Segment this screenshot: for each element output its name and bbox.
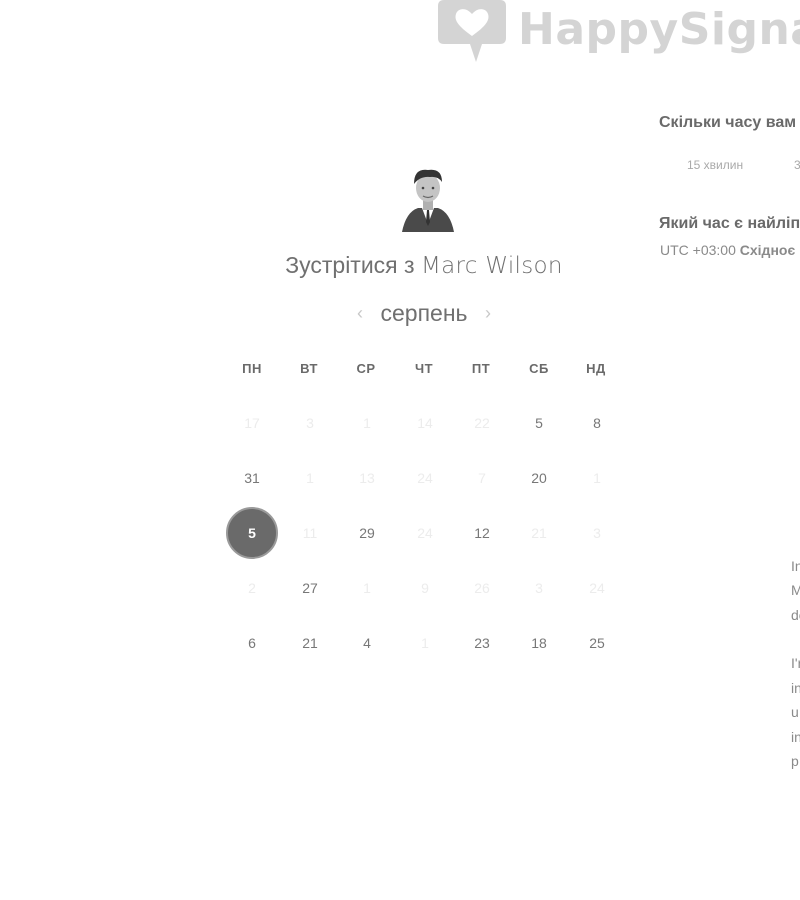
calendar-day[interactable]: 27 <box>284 562 336 614</box>
brand-name: HappySignal <box>518 3 800 55</box>
calendar-day[interactable]: 21 <box>284 617 336 669</box>
duration-option-2[interactable]: 3 <box>794 158 800 172</box>
description-fragment: de <box>791 607 800 623</box>
calendar-day: 24 <box>417 525 433 541</box>
weekday-label: ЧТ <box>414 361 434 376</box>
duration-question: Скільки часу вам <box>659 114 797 131</box>
calendar-day: 3 <box>306 415 314 431</box>
calendar-day[interactable]: 31 <box>226 452 278 504</box>
time-question: Який час є найліп <box>659 215 800 232</box>
host-name: Marc Wilson <box>420 253 563 279</box>
calendar-day: 3 <box>535 580 543 596</box>
calendar-day: 22 <box>474 415 490 431</box>
description-fragment: In <box>791 558 800 574</box>
description-fragment: in <box>791 680 800 696</box>
calendar-day: 13 <box>359 470 375 486</box>
calendar-day: 17 <box>244 415 260 431</box>
calendar-day[interactable]: 8 <box>571 397 623 449</box>
month-label: серпень <box>380 299 468 326</box>
host-avatar <box>402 169 454 232</box>
month-navigation: ‹ серпень › <box>350 298 498 328</box>
calendar-day: 1 <box>363 580 371 596</box>
calendar-day: 9 <box>421 580 429 596</box>
calendar-day: 3 <box>593 525 601 541</box>
weekday-label: ВТ <box>300 361 318 376</box>
calendar-day[interactable]: 6 <box>226 617 278 669</box>
calendar-day: 11 <box>302 525 318 541</box>
calendar-day[interactable]: 5 <box>513 397 565 449</box>
calendar-day: 1 <box>363 415 371 431</box>
calendar-day[interactable]: 4 <box>341 617 393 669</box>
calendar-day: 1 <box>306 470 314 486</box>
timezone-selector[interactable]: UTC +03:00 Східноє <box>660 242 795 258</box>
calendar-day[interactable]: 18 <box>513 617 565 669</box>
weekday-label: СБ <box>529 361 549 376</box>
calendar-day: 24 <box>589 580 605 596</box>
prev-month-chevron-icon[interactable]: ‹ <box>350 303 370 324</box>
brand-logo[interactable]: HappySignal <box>436 0 800 66</box>
calendar-day: 1 <box>593 470 601 486</box>
timezone-name: Східноє <box>739 242 796 258</box>
weekday-label: ПТ <box>471 361 491 376</box>
calendar-day: 1 <box>421 635 429 651</box>
calendar-day[interactable]: 20 <box>513 452 565 504</box>
calendar-day[interactable]: 23 <box>456 617 508 669</box>
calendar-day[interactable]: 12 <box>456 507 508 559</box>
calendar-day: 21 <box>531 525 547 541</box>
description-fragment: I'r <box>791 655 800 671</box>
calendar-day: 24 <box>417 470 433 486</box>
calendar-day: 14 <box>417 415 433 431</box>
calendar-day: 7 <box>478 470 486 486</box>
calendar-day-selected[interactable]: 5 <box>226 507 278 559</box>
timezone-utc: UTC +03:00 <box>660 242 736 258</box>
description-fragment: M <box>791 582 800 598</box>
calendar-day[interactable]: 29 <box>341 507 393 559</box>
description-fragment: in <box>791 729 800 745</box>
calendar-day: 26 <box>474 580 490 596</box>
description-fragment: u <box>791 704 799 720</box>
calendar-day[interactable]: 25 <box>571 617 623 669</box>
meeting-title-prefix: Зустрітися з <box>285 252 415 278</box>
duration-option-15[interactable]: 15 хвилин <box>687 158 743 172</box>
speech-heart-icon <box>438 0 506 62</box>
weekday-label: НД <box>586 361 606 376</box>
description-fragment: p <box>791 753 799 769</box>
weekday-label: ПН <box>242 361 262 376</box>
next-month-chevron-icon[interactable]: › <box>478 303 498 324</box>
calendar-day: 2 <box>248 580 256 596</box>
weekday-label: СР <box>356 361 376 376</box>
